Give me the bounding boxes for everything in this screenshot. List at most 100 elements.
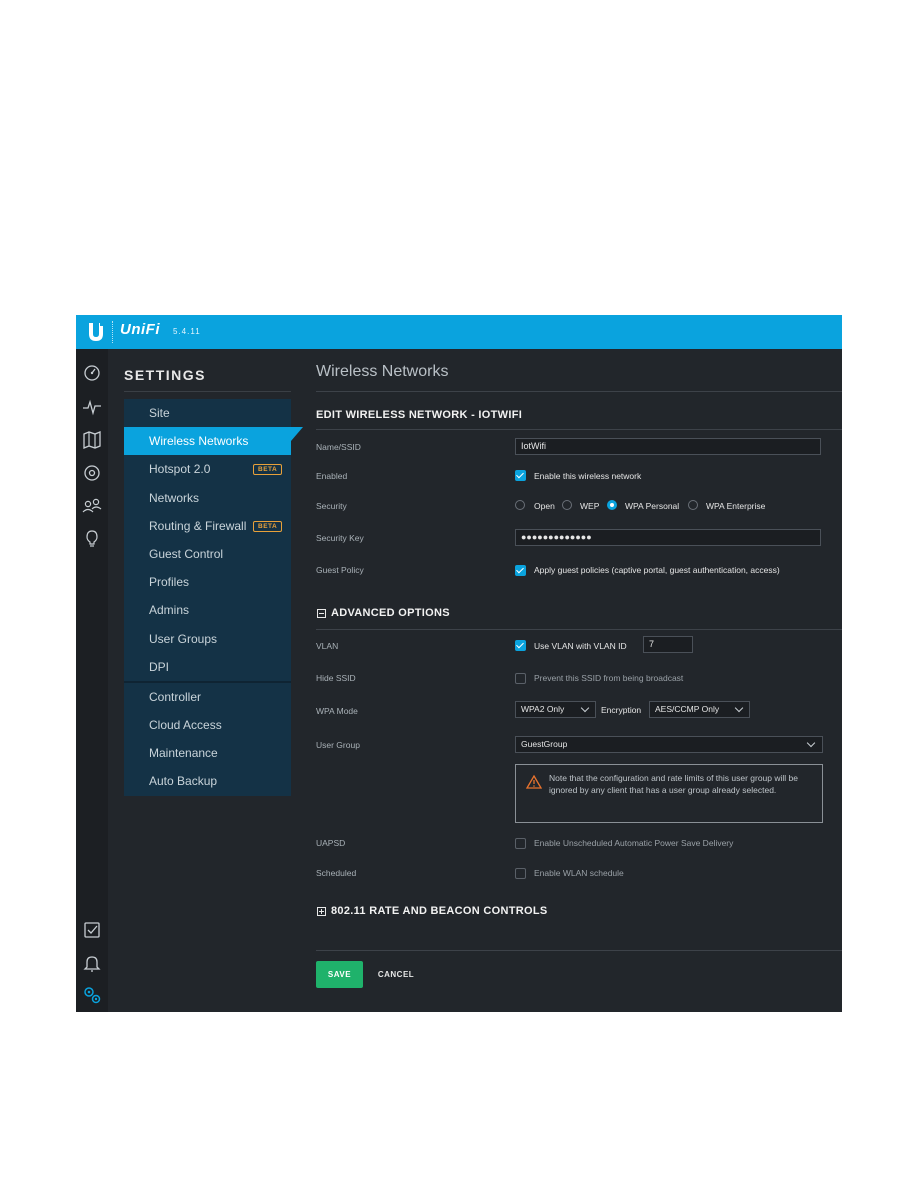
- vlan-text: Use VLAN with VLAN ID: [534, 641, 627, 651]
- settings-icon[interactable]: [82, 985, 102, 1005]
- uapsd-checkbox[interactable]: [515, 838, 526, 849]
- menu-item-site[interactable]: Site: [124, 399, 291, 427]
- guest-policy-label: Guest Policy: [316, 565, 364, 575]
- menu-item-admins[interactable]: Admins: [124, 596, 291, 624]
- icon-navigation-bar: [76, 349, 108, 1012]
- security-radio-wpa-personal[interactable]: [607, 500, 617, 510]
- page-title: Wireless Networks: [316, 363, 449, 380]
- security-radio-wpa-enterprise[interactable]: [688, 500, 698, 510]
- map-icon[interactable]: [82, 430, 102, 450]
- edit-network-heading: EDIT WIRELESS NETWORK - IOTWIFI: [316, 409, 523, 421]
- security-key-label: Security Key: [316, 533, 364, 543]
- menu-item-networks[interactable]: Networks: [124, 484, 291, 512]
- clients-icon[interactable]: [82, 496, 102, 516]
- settings-menu: Site Wireless Networks Hotspot 2.0 BETA N…: [124, 399, 303, 796]
- uapsd-text: Enable Unscheduled Automatic Power Save …: [534, 838, 734, 848]
- menu-item-label: Hotspot 2.0: [149, 462, 211, 477]
- menu-item-routing-firewall[interactable]: Routing & Firewall BETA: [124, 512, 291, 540]
- vlan-checkbox[interactable]: [515, 640, 526, 651]
- menu-item-dpi[interactable]: DPI: [124, 653, 291, 681]
- insights-icon[interactable]: [82, 529, 102, 549]
- wpa-mode-label: WPA Mode: [316, 706, 358, 716]
- menu-item-label: Guest Control: [149, 546, 224, 561]
- menu-item-hotspot[interactable]: Hotspot 2.0 BETA: [124, 455, 291, 483]
- menu-item-label: Auto Backup: [149, 774, 218, 789]
- security-option-open: Open: [534, 501, 555, 511]
- security-key-input[interactable]: ●●●●●●●●●●●●●: [515, 529, 821, 546]
- warning-text: Note that the configuration and rate lim…: [549, 773, 798, 795]
- collapse-icon[interactable]: [317, 609, 326, 618]
- menu-item-guest-control[interactable]: Guest Control: [124, 540, 291, 568]
- unifi-app-window: UniFi 5.4.11 SETTINGS Site Wireless Netw…: [76, 315, 842, 1012]
- section-divider: [316, 429, 842, 430]
- menu-item-profiles[interactable]: Profiles: [124, 568, 291, 596]
- user-group-value: GuestGroup: [521, 739, 568, 749]
- security-radio-wep[interactable]: [562, 500, 572, 510]
- scheduled-checkbox[interactable]: [515, 868, 526, 879]
- security-option-wpa-personal: WPA Personal: [625, 501, 680, 511]
- enabled-checkbox[interactable]: [515, 470, 526, 481]
- encryption-label: Encryption: [601, 705, 642, 715]
- settings-title: SETTINGS: [124, 367, 207, 383]
- menu-item-label: Admins: [149, 603, 190, 618]
- ubiquiti-logo-icon[interactable]: [83, 319, 109, 345]
- chevron-down-icon: [580, 703, 590, 713]
- vlan-id-input[interactable]: 7: [643, 636, 693, 653]
- ssid-input[interactable]: IotWifi: [515, 438, 821, 455]
- menu-item-label: DPI: [149, 659, 170, 674]
- menu-item-controller[interactable]: Controller: [124, 683, 291, 711]
- guest-policy-checkbox[interactable]: [515, 565, 526, 576]
- wpa-mode-value: WPA2 Only: [521, 704, 565, 714]
- footer-divider: [316, 950, 842, 951]
- logo-separator: [112, 321, 114, 343]
- rate-beacon-heading[interactable]: 802.11 RATE AND BEACON CONTROLS: [331, 905, 548, 917]
- beta-badge: BETA: [253, 464, 283, 476]
- enabled-label: Enabled: [316, 471, 348, 481]
- user-group-label: User Group: [316, 740, 360, 750]
- security-option-wpa-enterprise: WPA Enterprise: [706, 501, 766, 511]
- menu-item-label: Profiles: [149, 575, 190, 590]
- menu-item-auto-backup[interactable]: Auto Backup: [124, 767, 291, 795]
- menu-item-label: Maintenance: [149, 746, 218, 761]
- menu-item-label: Routing & Firewall: [149, 518, 247, 533]
- menu-item-wireless-networks[interactable]: Wireless Networks: [124, 427, 303, 456]
- dashboard-icon[interactable]: [82, 363, 102, 383]
- user-group-select[interactable]: GuestGroup: [515, 736, 823, 753]
- version-label: 5.4.11: [173, 327, 201, 336]
- settings-divider: [124, 391, 291, 392]
- scheduled-label: Scheduled: [316, 868, 357, 878]
- menu-item-cloud-access[interactable]: Cloud Access: [124, 711, 291, 739]
- security-option-wep: WEP: [580, 501, 600, 511]
- scheduled-text: Enable WLAN schedule: [534, 868, 624, 878]
- enabled-text: Enable this wireless network: [534, 471, 642, 481]
- encryption-value: AES/CCMP Only: [655, 704, 720, 714]
- cancel-button[interactable]: CANCEL: [371, 961, 421, 988]
- active-indicator: [291, 427, 303, 442]
- save-button[interactable]: SAVE: [316, 961, 363, 988]
- devices-icon[interactable]: [82, 463, 102, 483]
- alerts-icon[interactable]: [82, 953, 102, 973]
- statistics-icon[interactable]: [82, 397, 102, 417]
- menu-item-label: Site: [149, 406, 170, 420]
- top-bar: UniFi 5.4.11: [76, 315, 842, 349]
- vlan-label: VLAN: [316, 641, 339, 651]
- hide-ssid-checkbox[interactable]: [515, 673, 526, 684]
- security-radio-open[interactable]: [515, 500, 525, 510]
- tasks-icon[interactable]: [82, 920, 102, 940]
- wpa-mode-select[interactable]: WPA2 Only: [515, 701, 596, 718]
- menu-item-label: Controller: [149, 689, 202, 704]
- section-divider: [316, 629, 842, 630]
- chevron-down-icon: [806, 738, 816, 748]
- uapsd-label: UAPSD: [316, 838, 346, 848]
- expand-icon[interactable]: [317, 907, 326, 916]
- name-ssid-label: Name/SSID: [316, 442, 361, 452]
- beta-badge: BETA: [253, 520, 283, 532]
- security-label: Security: [316, 501, 347, 511]
- encryption-select[interactable]: AES/CCMP Only: [649, 701, 750, 718]
- menu-item-maintenance[interactable]: Maintenance: [124, 739, 291, 767]
- menu-item-label: Cloud Access: [149, 718, 222, 733]
- advanced-options-heading[interactable]: ADVANCED OPTIONS: [331, 607, 450, 619]
- brand-name: UniFi: [120, 321, 160, 338]
- menu-item-user-groups[interactable]: User Groups: [124, 625, 291, 653]
- hide-ssid-text: Prevent this SSID from being broadcast: [534, 673, 684, 683]
